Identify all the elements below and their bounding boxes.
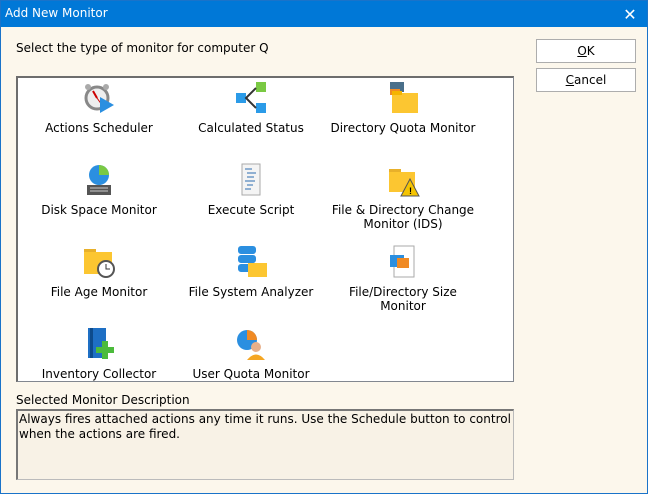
monitor-item-execute-script[interactable]: Execute Script — [174, 163, 328, 217]
svg-text:!: ! — [409, 186, 412, 196]
monitor-label: Execute Script — [207, 203, 295, 217]
monitor-item-disk-space[interactable]: Disk Space Monitor — [22, 163, 176, 217]
title-bar: Add New Monitor ✕ — [1, 1, 647, 27]
branch-nodes-icon — [234, 81, 268, 115]
description-box: Always fires attached actions any time i… — [16, 409, 514, 480]
monitor-item-user-quota[interactable]: User Quota Monitor — [174, 327, 328, 381]
monitor-item-calculated-status[interactable]: Calculated Status — [174, 81, 328, 135]
window-title: Add New Monitor — [5, 6, 108, 20]
cancel-label: ancel — [574, 73, 607, 87]
ok-accel: O — [577, 44, 587, 58]
cancel-accel: C — [565, 73, 575, 87]
ok-button[interactable]: OK — [536, 39, 636, 63]
folder-warning-icon: ! — [386, 163, 420, 197]
monitor-label: Calculated Status — [198, 121, 304, 135]
monitor-label: File System Analyzer — [188, 285, 314, 299]
monitor-item-directory-quota[interactable]: Directory Quota Monitor — [326, 81, 480, 135]
monitor-type-list[interactable]: Actions Scheduler Calculated Status Dire… — [16, 76, 514, 382]
alarm-clock-play-icon — [82, 81, 116, 115]
monitor-item-inventory-collector[interactable]: Inventory Collector — [22, 327, 176, 381]
monitor-item-file-directory-change[interactable]: ! File & Directory Change Monitor (IDS) — [326, 163, 480, 231]
monitor-label: File/Directory Size Monitor — [349, 285, 457, 313]
script-icon — [234, 163, 268, 197]
monitor-item-actions-scheduler[interactable]: Actions Scheduler — [22, 81, 176, 135]
monitor-label: File Age Monitor — [50, 285, 148, 299]
description-label: Selected Monitor Description — [16, 393, 190, 407]
file-chart-icon — [386, 245, 420, 279]
prompt-label: Select the type of monitor for computer … — [16, 41, 269, 55]
monitor-label: Directory Quota Monitor — [330, 121, 476, 135]
close-icon[interactable]: ✕ — [613, 1, 647, 27]
monitor-label: Inventory Collector — [41, 367, 157, 381]
monitor-item-file-directory-size[interactable]: File/Directory Size Monitor — [326, 245, 480, 313]
add-new-monitor-dialog: Add New Monitor ✕ Select the type of mon… — [0, 0, 648, 494]
monitor-label: File & Directory Change Monitor (IDS) — [331, 203, 475, 231]
ok-label: K — [586, 44, 595, 58]
cancel-button[interactable]: Cancel — [536, 68, 636, 92]
database-folder-icon — [234, 245, 268, 279]
monitor-label: Actions Scheduler — [45, 121, 153, 135]
folder-clock-icon — [82, 245, 116, 279]
book-plus-icon — [82, 327, 116, 361]
monitor-label: Disk Space Monitor — [41, 203, 157, 217]
monitor-item-file-system-analyzer[interactable]: File System Analyzer — [174, 245, 328, 299]
folder-quota-icon — [386, 81, 420, 115]
user-pie-icon — [234, 327, 268, 361]
monitor-item-file-age[interactable]: File Age Monitor — [22, 245, 176, 299]
disk-pie-icon — [82, 163, 116, 197]
monitor-label: User Quota Monitor — [192, 367, 310, 381]
